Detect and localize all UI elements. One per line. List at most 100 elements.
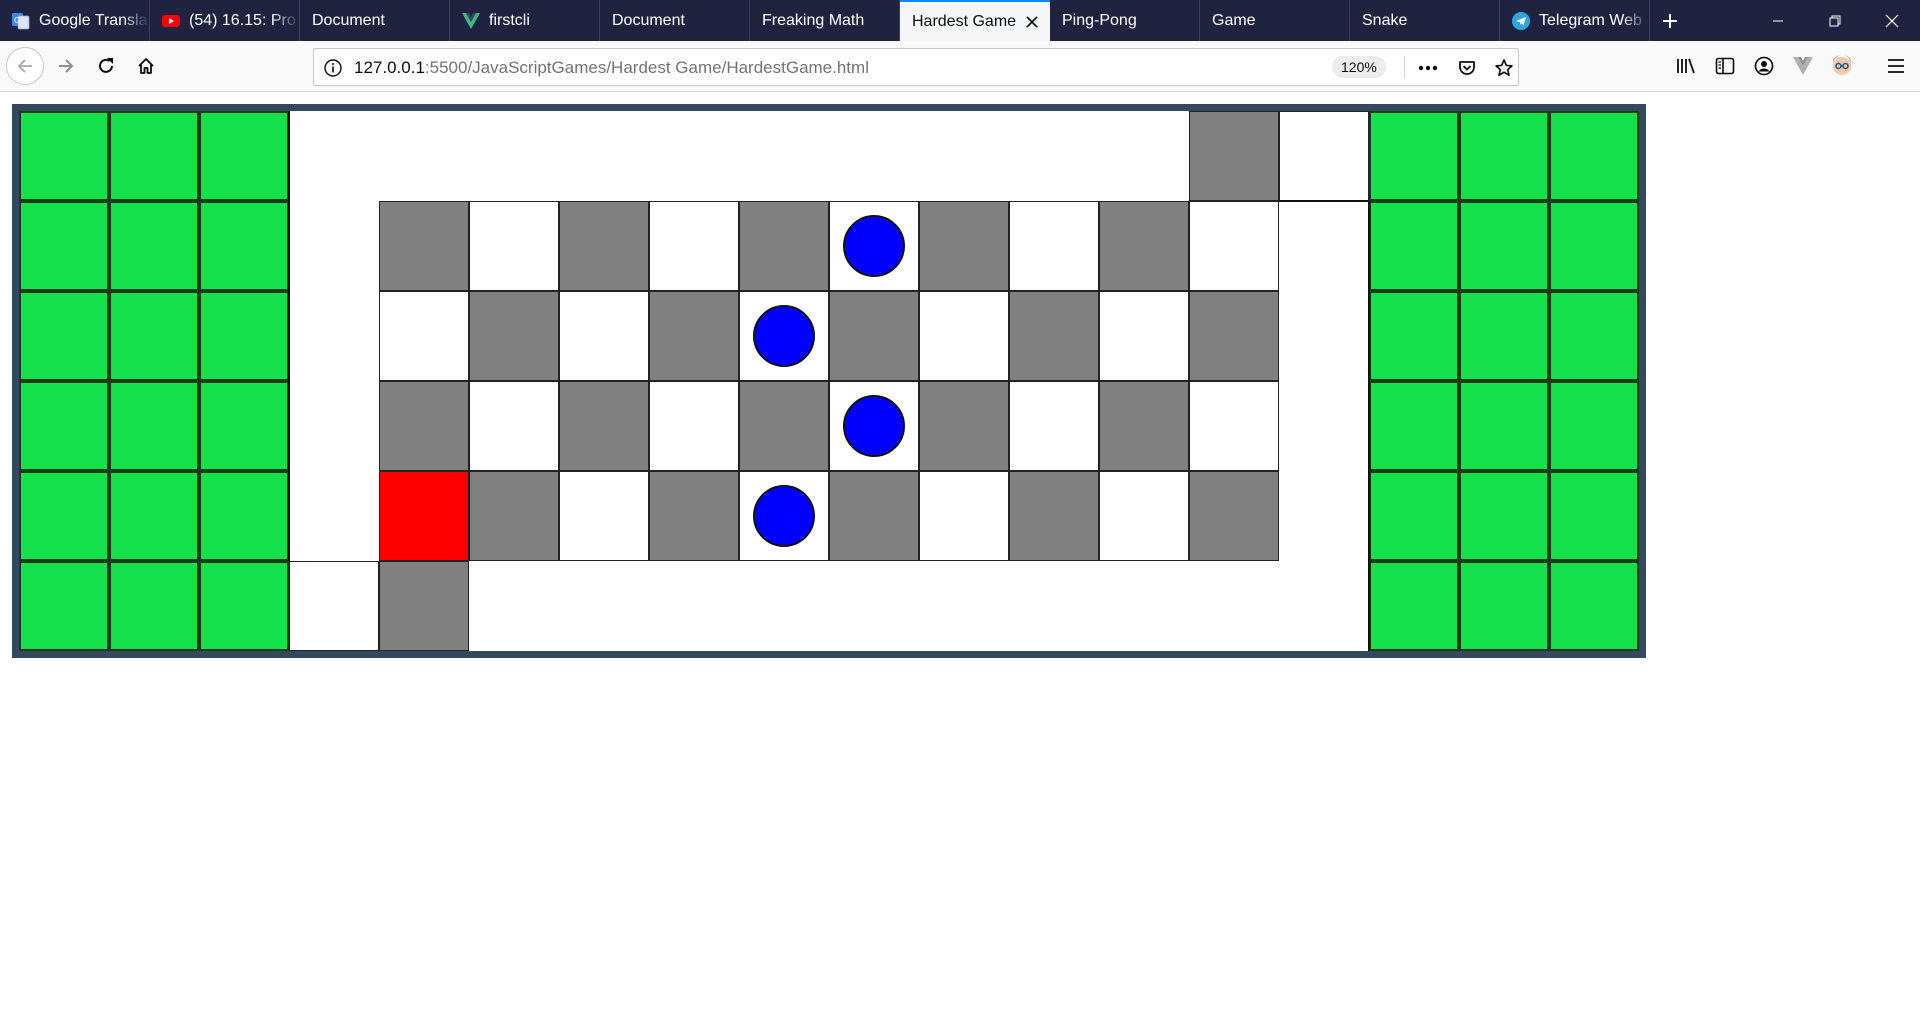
checker-tile-light	[1099, 291, 1189, 381]
tab-google-translate[interactable]: G Google Transla	[0, 0, 150, 41]
extension-face-icon	[1833, 55, 1851, 75]
pocket-button[interactable]	[1454, 55, 1480, 81]
checker-tile-light	[1099, 471, 1189, 561]
tab-youtube[interactable]: (54) 16.15: Pro	[150, 0, 300, 41]
checker-tile-dark	[649, 291, 739, 381]
goal-zone-tile	[1549, 381, 1639, 471]
tab-ping-pong[interactable]: Ping-Pong	[1050, 0, 1200, 41]
checker-tile-light	[1279, 111, 1369, 201]
home-button[interactable]	[128, 48, 164, 84]
forward-button[interactable]	[48, 48, 84, 84]
checker-tile-light	[1009, 381, 1099, 471]
checker-tile-dark	[829, 471, 919, 561]
player-square	[379, 471, 469, 561]
checker-tile-light	[559, 471, 649, 561]
checker-tile-dark	[919, 381, 1009, 471]
account-icon	[1754, 56, 1774, 76]
vue-devtools-icon	[1793, 57, 1813, 75]
goal-zone-tile	[1369, 291, 1459, 381]
wall	[1368, 201, 1370, 651]
back-button[interactable]	[6, 47, 44, 85]
home-icon	[138, 58, 154, 74]
url-bar[interactable]: 127.0.0.1:5500/JavaScriptGames/Hardest G…	[313, 48, 1519, 86]
checker-tile-dark	[559, 201, 649, 291]
sidebar-button[interactable]	[1707, 48, 1743, 84]
checker-tile-dark	[1009, 471, 1099, 561]
start-zone-tile	[19, 381, 109, 471]
checker-tile-light	[649, 381, 739, 471]
minimize-button[interactable]	[1749, 0, 1806, 41]
goal-zone-tile	[1549, 471, 1639, 561]
checker-tile-dark	[1189, 111, 1279, 201]
tab-hardest-game[interactable]: Hardest Game	[900, 0, 1050, 41]
new-tab-button[interactable]	[1650, 0, 1690, 41]
menu-button[interactable]	[1878, 48, 1914, 84]
tab-label: Document	[312, 11, 385, 29]
more-icon	[1418, 65, 1438, 71]
minimize-icon	[1772, 20, 1783, 21]
vue-devtools-button[interactable]	[1785, 48, 1821, 84]
tab-document-2[interactable]: Document	[600, 0, 750, 41]
checker-tile-dark	[1009, 291, 1099, 381]
restore-icon	[1829, 15, 1840, 26]
start-zone-tile	[199, 381, 289, 471]
close-tab-icon[interactable]	[1024, 14, 1040, 30]
url-host: 127.0.0.1	[354, 58, 425, 77]
goal-zone-tile	[1459, 471, 1549, 561]
star-icon	[1495, 59, 1513, 77]
tab-label: (54) 16.15: Pro	[189, 11, 296, 29]
library-icon	[1677, 58, 1695, 74]
start-zone-tile	[109, 111, 199, 201]
goal-zone-tile	[1549, 201, 1639, 291]
tab-firstcli[interactable]: firstcli	[450, 0, 600, 41]
tab-label: firstcli	[489, 11, 530, 29]
start-zone-tile	[19, 291, 109, 381]
goal-zone-tile	[1369, 111, 1459, 201]
start-zone-tile	[199, 291, 289, 381]
checker-tile-light	[559, 291, 649, 381]
tab-game[interactable]: Game	[1200, 0, 1350, 41]
library-button[interactable]	[1668, 48, 1704, 84]
goal-zone-tile	[1459, 381, 1549, 471]
start-zone-tile	[109, 291, 199, 381]
zoom-level-badge[interactable]: 120%	[1332, 56, 1386, 78]
goal-zone-tile	[1549, 561, 1639, 651]
enemy-dot	[753, 485, 815, 547]
checker-tile-dark	[469, 471, 559, 561]
url-separator	[1404, 56, 1405, 78]
start-zone-tile	[199, 561, 289, 651]
tab-label: Document	[612, 11, 685, 29]
start-zone-tile	[109, 381, 199, 471]
goal-zone-tile	[1459, 201, 1549, 291]
tab-document-1[interactable]: Document	[300, 0, 450, 41]
wall	[288, 111, 290, 561]
game-board-frame	[12, 104, 1646, 658]
start-zone-tile	[199, 471, 289, 561]
tab-label: Ping-Pong	[1062, 11, 1137, 29]
goal-zone-tile	[1369, 471, 1459, 561]
bookmark-star-button[interactable]	[1491, 55, 1517, 81]
start-zone-tile	[109, 471, 199, 561]
checker-tile-dark	[559, 381, 649, 471]
tab-freaking-math[interactable]: Freaking Math	[750, 0, 900, 41]
enemy-dot	[753, 305, 815, 367]
url-text[interactable]: 127.0.0.1:5500/JavaScriptGames/Hardest G…	[354, 58, 869, 78]
goal-zone-tile	[1369, 201, 1459, 291]
start-zone-tile	[19, 561, 109, 651]
checker-tile-light	[919, 471, 1009, 561]
youtube-icon	[162, 12, 180, 30]
tab-snake[interactable]: Snake	[1350, 0, 1500, 41]
extension-button[interactable]	[1824, 48, 1860, 84]
checker-tile-light	[469, 201, 559, 291]
reload-button[interactable]	[88, 48, 124, 84]
account-button[interactable]	[1746, 48, 1782, 84]
restore-button[interactable]	[1806, 0, 1863, 41]
game-board[interactable]	[19, 111, 1639, 651]
telegram-icon	[1512, 11, 1530, 30]
checker-tile-dark	[379, 561, 469, 651]
page-actions-button[interactable]	[1415, 55, 1441, 81]
start-zone-tile	[19, 471, 109, 561]
close-window-button[interactable]	[1863, 0, 1920, 41]
info-icon[interactable]	[323, 58, 343, 78]
tab-telegram[interactable]: Telegram Web	[1500, 0, 1650, 41]
